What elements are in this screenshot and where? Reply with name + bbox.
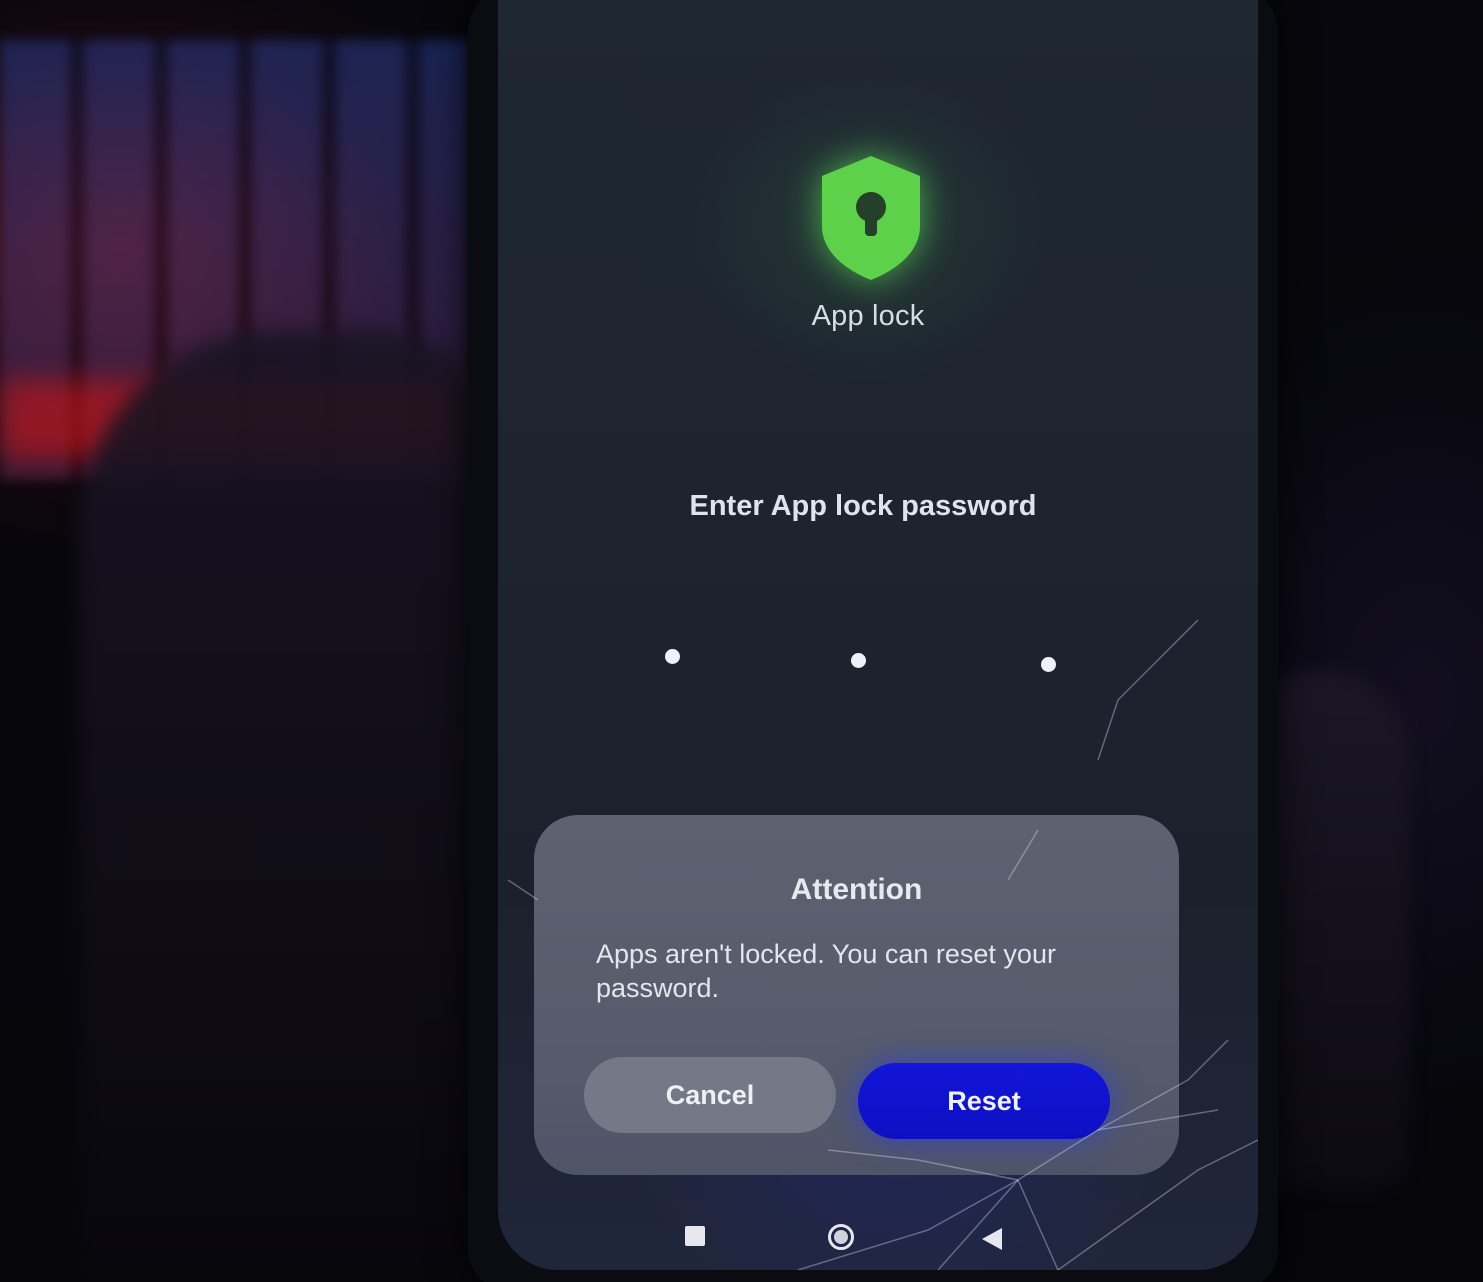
navigation-bar	[498, 1212, 1258, 1262]
attention-dialog: Attention Apps aren't locked. You can re…	[534, 815, 1179, 1175]
triangle-back-icon[interactable]	[982, 1228, 1002, 1250]
square-recent-icon[interactable]	[685, 1226, 705, 1246]
circle-home-icon[interactable]	[828, 1224, 854, 1250]
pin-dot	[665, 649, 680, 664]
phone-screen: App lock Enter App lock password Attenti…	[498, 0, 1258, 1270]
reset-button[interactable]: Reset	[858, 1063, 1110, 1139]
cancel-button[interactable]: Cancel	[584, 1057, 836, 1133]
left-hand	[80, 330, 510, 1282]
password-prompt: Enter App lock password	[689, 490, 1037, 522]
shield-keyhole-icon	[822, 156, 920, 280]
dialog-message: Apps aren't locked. You can reset your p…	[596, 939, 1056, 1003]
pin-dot	[851, 653, 866, 668]
photo-scene: App lock Enter App lock password Attenti…	[0, 0, 1483, 1282]
app-title: App lock	[811, 300, 925, 332]
dialog-title: Attention	[790, 873, 923, 906]
pin-dot	[1041, 657, 1056, 672]
